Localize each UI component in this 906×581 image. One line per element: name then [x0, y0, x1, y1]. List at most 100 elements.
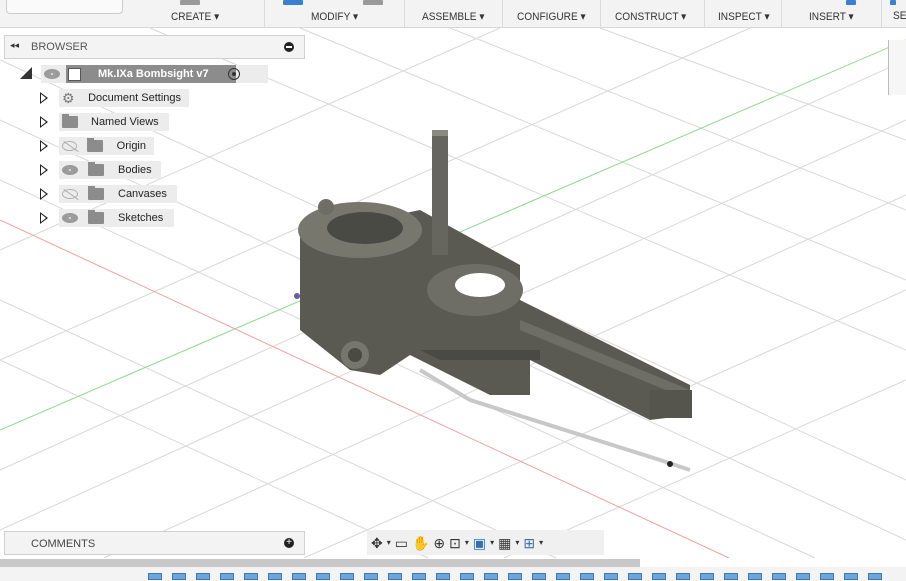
timeline-feature-icon[interactable] — [652, 573, 666, 580]
timeline-feature-icon[interactable] — [628, 573, 642, 580]
zoom-icon[interactable]: ⊕ — [433, 535, 445, 551]
timeline-feature-icon[interactable] — [244, 573, 258, 580]
timeline-feature-icon[interactable] — [364, 573, 378, 580]
browser-item-origin[interactable]: Origin — [40, 137, 154, 155]
look-at-icon[interactable]: ▭ — [395, 535, 408, 551]
activate-radio-icon[interactable] — [228, 68, 240, 80]
timeline-feature-icon[interactable] — [748, 573, 762, 580]
minimize-icon[interactable] — [284, 42, 294, 52]
timeline-feature-icon[interactable] — [292, 573, 306, 580]
expand-arrow-icon[interactable] — [40, 164, 48, 176]
grid-icon[interactable]: ▦ — [498, 535, 511, 551]
timeline-feature-icon[interactable] — [700, 573, 714, 580]
timeline-feature-icon[interactable] — [724, 573, 738, 580]
modify-tool-icon[interactable] — [363, 0, 383, 5]
timeline-feature-icon[interactable] — [532, 573, 546, 580]
grid-dropdown-icon[interactable]: ▾ — [515, 535, 519, 551]
viewcube[interactable] — [888, 40, 906, 95]
folder-icon — [62, 114, 78, 128]
model-scene — [0, 28, 906, 558]
modify-tool-icon[interactable] — [283, 0, 303, 5]
hidden-eye-icon[interactable] — [62, 189, 78, 199]
pan-icon[interactable]: ✋ — [412, 535, 429, 551]
browser-item-document-settings[interactable]: ⚙ Document Settings — [40, 89, 189, 107]
timeline-feature-icon[interactable] — [868, 573, 882, 580]
browser-panel: ◂◂ BROWSER — [4, 35, 305, 59]
browser-item-bodies[interactable]: Bodies — [40, 161, 161, 179]
timeline-feature-icon[interactable] — [676, 573, 690, 580]
insert-tool-icon[interactable] — [846, 0, 856, 5]
assemble-menu[interactable]: ASSEMBLE ▾ — [422, 10, 484, 23]
toolbar-group-modify[interactable]: MODIFY ▾ — [265, 0, 405, 27]
browser-item-sketches[interactable]: Sketches — [40, 209, 174, 227]
workspace-switcher[interactable] — [6, 0, 123, 14]
browser-item-canvases[interactable]: Canvases — [40, 185, 177, 203]
toolbar-group-inspect[interactable]: INSPECT ▾ — [705, 0, 782, 27]
expand-arrow-icon[interactable] — [40, 116, 48, 128]
timeline-feature-icon[interactable] — [340, 573, 354, 580]
timeline-feature-icon[interactable] — [556, 573, 570, 580]
timeline-feature-icon[interactable] — [484, 573, 498, 580]
comments-panel[interactable]: COMMENTS + — [4, 531, 305, 555]
timeline-feature-icon[interactable] — [388, 573, 402, 580]
timeline-feature-icon[interactable] — [844, 573, 858, 580]
browser-root[interactable]: Mk.IXa Bombsight v7 — [20, 65, 268, 83]
visibility-eye-icon[interactable] — [44, 69, 60, 79]
timeline-feature-icon[interactable] — [196, 573, 210, 580]
canvas-viewport[interactable] — [0, 28, 906, 558]
timeline-feature-icon[interactable] — [508, 573, 522, 580]
timeline-feature-icon[interactable] — [460, 573, 474, 580]
timeline-feature-icon[interactable] — [436, 573, 450, 580]
toolbar-group-select[interactable]: SE — [882, 0, 906, 27]
navigation-bar: ✥ ▾ ▭ ✋ ⊕ ⊡ ▾ ▣ ▾ ▦ ▾ ⊞ ▾ — [367, 530, 604, 555]
timeline-feature-icon[interactable] — [580, 573, 594, 580]
orbit-icon[interactable]: ✥ — [371, 535, 383, 551]
select-menu[interactable]: SE — [893, 10, 906, 22]
browser-item-named-views[interactable]: Named Views — [40, 113, 169, 131]
item-label: Named Views — [91, 116, 159, 128]
timeline-feature-icon[interactable] — [316, 573, 330, 580]
display-dropdown-icon[interactable]: ▾ — [490, 535, 494, 551]
timeline-feature-icon[interactable] — [172, 573, 186, 580]
timeline-feature-icon[interactable] — [148, 573, 162, 580]
timeline-feature-icon[interactable] — [820, 573, 834, 580]
insert-menu[interactable]: INSERT ▾ — [809, 10, 854, 23]
fit-icon[interactable]: ⊡ — [449, 535, 461, 551]
toolbar-group-assemble[interactable]: ASSEMBLE ▾ — [405, 0, 503, 27]
display-settings-icon[interactable]: ▣ — [473, 535, 486, 551]
add-comment-icon[interactable]: + — [284, 538, 294, 548]
visibility-eye-icon[interactable] — [62, 213, 78, 223]
configure-menu[interactable]: CONFIGURE ▾ — [517, 10, 586, 23]
viewports-icon[interactable]: ⊞ — [523, 535, 535, 551]
toolbar-group-insert[interactable]: INSERT ▾ — [782, 0, 882, 27]
modify-menu[interactable]: MODIFY ▾ — [311, 10, 358, 23]
visibility-eye-icon[interactable] — [62, 165, 78, 175]
toolbar-group-construct[interactable]: CONSTRUCT ▾ — [601, 0, 705, 27]
expand-arrow-icon[interactable] — [40, 188, 48, 200]
viewports-dropdown-icon[interactable]: ▾ — [539, 535, 543, 551]
toolbar-group-configure[interactable]: CONFIGURE ▾ — [503, 0, 601, 27]
expand-triangle-icon[interactable] — [20, 67, 32, 79]
timeline-feature-icon[interactable] — [604, 573, 618, 580]
inspect-menu[interactable]: INSPECT ▾ — [718, 10, 770, 23]
timeline-feature-icon[interactable] — [220, 573, 234, 580]
timeline[interactable] — [0, 567, 906, 581]
collapse-panel-icon[interactable]: ◂◂ — [10, 40, 19, 51]
toolbar: CREATE ▾ MODIFY ▾ ASSEMBLE ▾ CONFIGURE ▾… — [0, 0, 906, 28]
orbit-dropdown-icon[interactable]: ▾ — [387, 535, 391, 551]
timeline-feature-icon[interactable] — [772, 573, 786, 580]
expand-arrow-icon[interactable] — [40, 140, 48, 152]
expand-arrow-icon[interactable] — [40, 212, 48, 224]
timeline-feature-icon[interactable] — [412, 573, 426, 580]
construct-menu[interactable]: CONSTRUCT ▾ — [615, 10, 686, 23]
toolbar-group-create[interactable]: CREATE ▾ — [130, 0, 265, 27]
timeline-feature-icon[interactable] — [796, 573, 810, 580]
timeline-feature-icon[interactable] — [268, 573, 282, 580]
hidden-eye-icon[interactable] — [62, 141, 78, 151]
create-menu[interactable]: CREATE ▾ — [171, 10, 219, 23]
horizontal-scrollbar[interactable] — [0, 559, 640, 567]
fit-dropdown-icon[interactable]: ▾ — [465, 535, 469, 551]
select-tool-icon[interactable] — [890, 0, 896, 5]
expand-arrow-icon[interactable] — [40, 92, 48, 104]
create-tool-icon[interactable] — [180, 0, 200, 5]
